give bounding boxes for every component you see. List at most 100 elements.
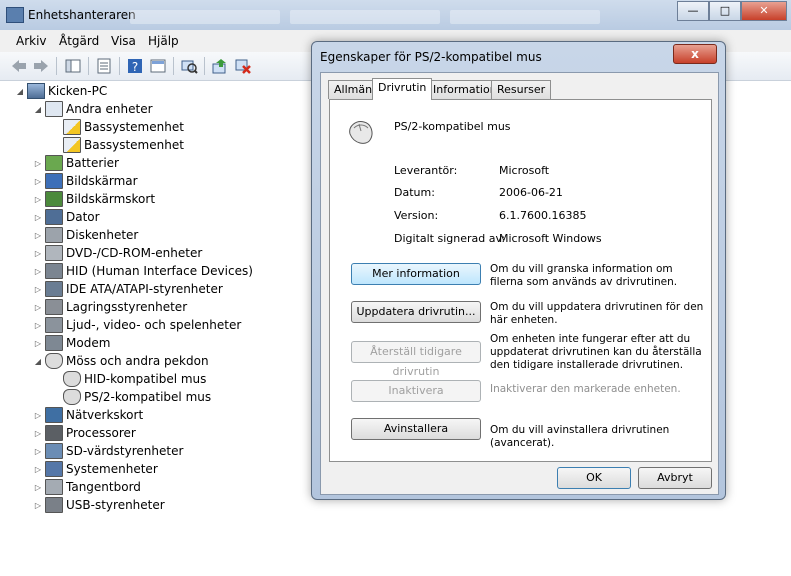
tree-node[interactable]: ▷ IDE ATA/ATAPI-styrenheter	[33, 280, 223, 298]
expand-arrow-icon[interactable]: ▷	[33, 447, 43, 456]
tab-resources[interactable]: Resurser	[491, 80, 552, 99]
expand-arrow-icon[interactable]: ▷	[33, 177, 43, 186]
expand-arrow-icon[interactable]: ▷	[33, 321, 43, 330]
tree-node[interactable]: ▷ Bildskärmskort	[33, 190, 155, 208]
driver-panel: PS/2-kompatibel mus Leverantör: Microsof…	[329, 99, 712, 462]
tree-node-label: IDE ATA/ATAPI-styrenheter	[66, 282, 223, 296]
tree-node[interactable]: ◢ Andra enheter	[33, 100, 153, 118]
ide-controller-icon	[45, 281, 63, 297]
uninstall-button[interactable]: Avinstallera	[351, 418, 481, 440]
collapse-arrow-icon[interactable]: ◢	[15, 87, 25, 96]
expand-arrow-icon[interactable]: ▷	[33, 501, 43, 510]
monitor-icon	[45, 173, 63, 189]
tree-node[interactable]: ▷ Lagringsstyrenheter	[33, 298, 187, 316]
tree-node[interactable]: Bassystemenhet	[51, 136, 184, 154]
expand-arrow-icon[interactable]: ▷	[33, 195, 43, 204]
tree-node[interactable]: HID-kompatibel mus	[51, 370, 206, 388]
tree-node-label: DVD-/CD-ROM-enheter	[66, 246, 203, 260]
expand-arrow-icon[interactable]: ▷	[33, 213, 43, 222]
tree-node-label: Bildskärmar	[66, 174, 138, 188]
tree-node-label: Lagringsstyrenheter	[66, 300, 188, 314]
close-button[interactable]: ✕	[741, 1, 787, 21]
mouse-icon	[63, 389, 81, 405]
display-adapter-icon	[45, 191, 63, 207]
tree-node[interactable]: ▷ Ljud-, video- och spelenheter	[33, 316, 241, 334]
battery-icon	[45, 155, 63, 171]
dialog-close-button[interactable]: x	[673, 44, 717, 64]
uninstall-icon[interactable]	[234, 57, 252, 75]
tab-driver[interactable]: Drivrutin	[372, 78, 433, 100]
sd-host-icon	[45, 443, 63, 459]
usb-icon	[45, 497, 63, 513]
background-tab-blur	[450, 10, 600, 24]
expand-arrow-icon[interactable]: ▷	[33, 429, 43, 438]
network-adapter-icon	[45, 407, 63, 423]
menu-atgard[interactable]: Åtgärd	[59, 34, 99, 48]
tree-node-label: PS/2-kompatibel mus	[84, 390, 212, 404]
expand-arrow-icon[interactable]: ▷	[33, 249, 43, 258]
tree-node-label: Batterier	[66, 156, 119, 170]
dialog-body: Allmänt Drivrutin Information Resurser P…	[320, 72, 719, 495]
rollback-driver-button[interactable]: Återställ tidigare drivrutin	[351, 341, 481, 378]
tree-node[interactable]: ▷ HID (Human Interface Devices)	[33, 262, 253, 280]
field-value: Microsoft Windows	[499, 232, 602, 245]
tree-node[interactable]: PS/2-kompatibel mus	[51, 388, 211, 406]
field-value: Microsoft	[499, 164, 550, 177]
expand-arrow-icon[interactable]: ▷	[33, 231, 43, 240]
modem-icon	[45, 335, 63, 351]
disable-button[interactable]: Inaktivera	[351, 380, 481, 402]
tree-node[interactable]: ▷ Modem	[33, 334, 110, 352]
tree-node[interactable]: ◢ Möss och andra pekdon	[33, 352, 209, 370]
tree-node[interactable]: ▷ Diskenheter	[33, 226, 138, 244]
expand-arrow-icon[interactable]: ▷	[33, 411, 43, 420]
tree-node[interactable]: ▷ USB-styrenheter	[33, 496, 165, 514]
view-icon[interactable]	[64, 57, 82, 75]
tree-node-label: Tangentbord	[66, 480, 141, 494]
expand-arrow-icon[interactable]: ▷	[33, 285, 43, 294]
help-icon[interactable]: ?	[126, 57, 144, 75]
tree-node-label: Ljud-, video- och spelenheter	[66, 318, 242, 332]
tree-node[interactable]: Bassystemenhet	[51, 118, 184, 136]
menu-hjalp[interactable]: Hjälp	[148, 34, 179, 48]
tree-node[interactable]: ▷ DVD-/CD-ROM-enheter	[33, 244, 202, 262]
tree-node[interactable]: ▷ SD-värdstyrenheter	[33, 442, 183, 460]
toolbar-separator	[119, 57, 120, 75]
update-driver-description: Om du vill uppdatera drivrutinen för den…	[490, 301, 704, 326]
tree-node[interactable]: ▷ Bildskärmar	[33, 172, 138, 190]
maximize-button[interactable]: □	[709, 1, 741, 21]
expand-arrow-icon[interactable]: ▷	[33, 303, 43, 312]
ok-button[interactable]: OK	[557, 467, 631, 489]
properties-icon[interactable]	[95, 57, 113, 75]
background-tab-blur	[130, 10, 280, 24]
tree-node-label: Diskenheter	[66, 228, 139, 242]
tree-node[interactable]: ▷ Systemenheter	[33, 460, 158, 478]
tree-node[interactable]: ▷ Batterier	[33, 154, 119, 172]
tree-root[interactable]: ◢ Kicken-PC	[15, 82, 107, 100]
back-arrow-icon[interactable]	[10, 57, 28, 75]
expand-arrow-icon[interactable]: ▷	[33, 339, 43, 348]
tree-node-label: Nätverkskort	[66, 408, 144, 422]
forward-arrow-icon[interactable]	[32, 57, 50, 75]
tree-node-label: Bassystemenhet	[84, 120, 184, 134]
expand-arrow-icon[interactable]: ▷	[33, 159, 43, 168]
update-driver-icon[interactable]	[211, 57, 229, 75]
details-view-icon[interactable]	[149, 57, 167, 75]
tree-node[interactable]: ▷ Processorer	[33, 424, 136, 442]
toolbar-separator	[88, 57, 89, 75]
menu-visa[interactable]: Visa	[111, 34, 136, 48]
expand-arrow-icon[interactable]: ▷	[33, 465, 43, 474]
computer-icon	[45, 209, 63, 225]
tree-node[interactable]: ▷ Tangentbord	[33, 478, 141, 496]
tree-node[interactable]: ▷ Dator	[33, 208, 100, 226]
tree-node[interactable]: ▷ Nätverkskort	[33, 406, 143, 424]
scan-hardware-icon[interactable]	[180, 57, 198, 75]
menu-arkiv[interactable]: Arkiv	[16, 34, 47, 48]
expand-arrow-icon[interactable]: ▷	[33, 483, 43, 492]
collapse-arrow-icon[interactable]: ◢	[33, 357, 43, 366]
collapse-arrow-icon[interactable]: ◢	[33, 105, 43, 114]
cancel-button[interactable]: Avbryt	[638, 467, 712, 489]
expand-arrow-icon[interactable]: ▷	[33, 267, 43, 276]
minimize-button[interactable]: —	[677, 1, 709, 21]
more-information-button[interactable]: Mer information	[351, 263, 481, 285]
update-driver-button[interactable]: Uppdatera drivrutin...	[351, 301, 481, 323]
